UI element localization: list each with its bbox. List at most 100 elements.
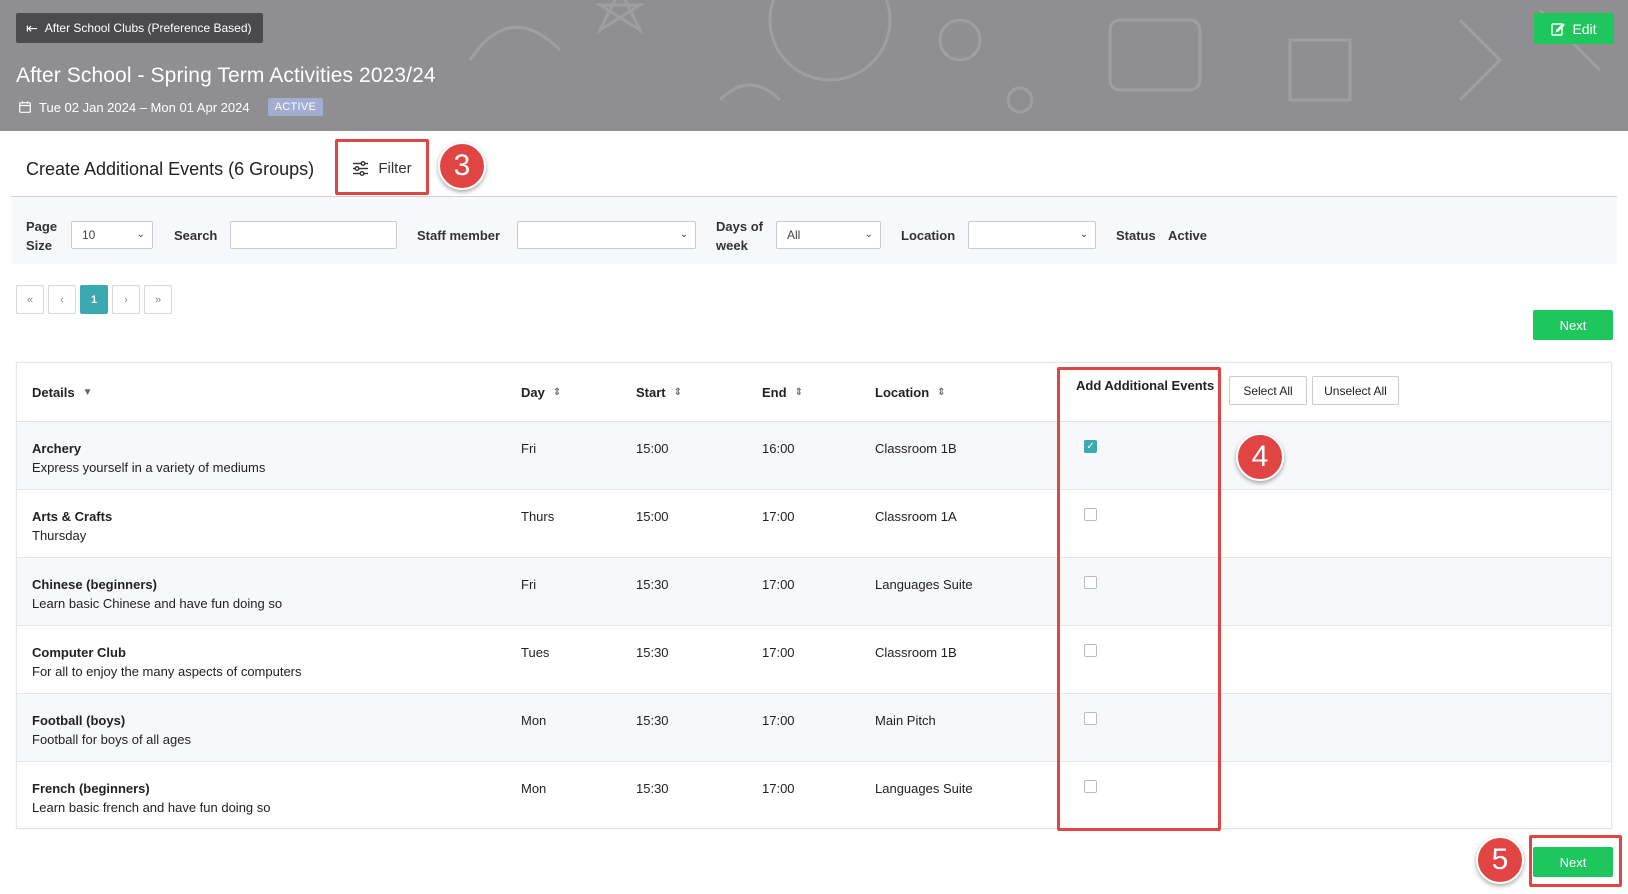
sort-icon: ⇕: [937, 386, 946, 398]
page-size-label: Page Size: [26, 217, 57, 255]
add-events-checkbox[interactable]: [1084, 712, 1097, 725]
location-cell: Classroom 1B: [875, 441, 957, 456]
group-name: Football (boys): [32, 713, 126, 728]
caret-down-icon: ▼: [82, 386, 93, 398]
day-cell: Thurs: [521, 509, 555, 524]
table-row: Chinese (beginners) Learn basic Chinese …: [17, 558, 1611, 626]
page-size-value: 10: [82, 228, 96, 242]
details-cell: French (beginners) Learn basic french an…: [32, 779, 271, 817]
sort-icon: ⇕: [673, 386, 683, 398]
page-size-select[interactable]: 10 ⌄: [71, 221, 153, 249]
end-cell: 17:00: [762, 781, 795, 796]
group-description: Learn basic Chinese and have fun doing s…: [32, 596, 283, 611]
location-cell: Classroom 1B: [875, 645, 957, 660]
back-button-label: After School Clubs (Preference Based): [44, 21, 252, 35]
column-header-start[interactable]: Start ⇕: [636, 363, 682, 421]
add-events-checkbox[interactable]: [1084, 644, 1097, 657]
staff-member-select[interactable]: ⌄: [517, 221, 696, 249]
table-row: French (beginners) Learn basic french an…: [17, 762, 1611, 830]
next-page-button[interactable]: ›: [112, 285, 140, 314]
column-header-location[interactable]: Location ⇕: [875, 363, 946, 421]
end-cell: 17:00: [762, 645, 795, 660]
group-description: Express yourself in a variety of mediums: [32, 460, 266, 475]
arrow-bar-left-icon: ⇤: [26, 20, 38, 36]
first-page-button[interactable]: «: [16, 285, 44, 314]
days-of-week-label: Days of week: [716, 217, 763, 255]
day-cell: Tues: [521, 645, 550, 660]
start-cell: 15:30: [636, 713, 669, 728]
details-cell: Arts & Crafts Thursday: [32, 507, 112, 545]
details-cell: Chinese (beginners) Learn basic Chinese …: [32, 575, 282, 613]
day-cell: Fri: [521, 577, 537, 592]
add-events-checkbox[interactable]: ✓: [1084, 440, 1097, 453]
group-description: Learn basic french and have fun doing so: [32, 800, 271, 815]
group-name: Chinese (beginners): [32, 577, 157, 592]
chevron-down-icon: ⌄: [864, 229, 873, 240]
sort-icon: ⇕: [552, 386, 562, 398]
days-of-week-select[interactable]: All ⌄: [776, 221, 881, 249]
check-icon: ✓: [1086, 441, 1095, 452]
start-cell: 15:30: [636, 781, 669, 796]
end-cell: 16:00: [762, 441, 795, 456]
next-button-top[interactable]: Next: [1533, 310, 1613, 340]
step-badge-4: 4: [1236, 433, 1284, 481]
status-filter-label: Status: [1116, 228, 1156, 243]
date-range: Tue 02 Jan 2024 – Mon 01 Apr 2024: [39, 99, 250, 115]
edit-button-label: Edit: [1572, 20, 1597, 37]
page-size-label-line-1: Page: [26, 219, 58, 234]
location-header-label: Location: [875, 384, 930, 400]
group-name: Archery: [32, 441, 82, 456]
location-select[interactable]: ⌄: [968, 221, 1096, 249]
add-events-checkbox[interactable]: [1084, 780, 1097, 793]
day-header-label: Day: [521, 384, 545, 400]
page-title: After School - Spring Term Activities 20…: [16, 64, 436, 87]
search-input[interactable]: [230, 221, 397, 249]
location-cell: Languages Suite: [875, 781, 973, 796]
page-size-label-line-2: Size: [26, 238, 53, 253]
pagination: « ‹ 1 › »: [16, 285, 172, 314]
end-cell: 17:00: [762, 713, 795, 728]
table-row: Computer Club For all to enjoy the many …: [17, 626, 1611, 694]
staff-member-label: Staff member: [417, 228, 501, 243]
chevron-down-icon: ⌄: [679, 229, 688, 240]
end-header-label: End: [762, 384, 787, 400]
date-range-row: Tue 02 Jan 2024 – Mon 01 Apr 2024 ACTIVE: [19, 98, 324, 116]
column-header-details[interactable]: Details ▼: [32, 363, 93, 421]
step-badge-3: 3: [438, 142, 486, 190]
previous-page-button[interactable]: ‹: [48, 285, 76, 314]
end-cell: 17:00: [762, 509, 795, 524]
chevron-down-icon: ⌄: [1079, 229, 1088, 240]
day-cell: Mon: [521, 781, 547, 796]
add-events-checkbox[interactable]: [1084, 576, 1097, 589]
edit-button[interactable]: Edit: [1534, 13, 1614, 44]
add-events-checkbox[interactable]: [1084, 508, 1097, 521]
page-1-button[interactable]: 1: [80, 285, 108, 314]
start-cell: 15:00: [636, 441, 669, 456]
days-label-line-2: week: [716, 238, 748, 253]
select-all-button[interactable]: Select All: [1229, 376, 1307, 405]
group-name: Arts & Crafts: [32, 509, 113, 524]
group-name: Computer Club: [32, 645, 126, 660]
day-cell: Mon: [521, 713, 547, 728]
next-button-bottom[interactable]: Next: [1533, 847, 1613, 877]
section-title: Create Additional Events (6 Groups): [26, 159, 315, 179]
column-header-add-events: Add Additional Events: [1076, 377, 1215, 393]
group-description: Thursday: [32, 528, 87, 543]
sort-icon: ⇕: [794, 386, 803, 398]
start-cell: 15:00: [636, 509, 669, 524]
chevron-down-icon: ⌄: [136, 229, 145, 240]
unselect-all-button[interactable]: Unselect All: [1312, 376, 1399, 405]
location-label: Location: [901, 228, 956, 243]
back-to-clubs-button[interactable]: ⇤ After School Clubs (Preference Based): [16, 13, 263, 43]
location-cell: Languages Suite: [875, 577, 973, 592]
events-table: Details ▼ Day ⇕ Start ⇕ End ⇕ Location ⇕…: [16, 362, 1612, 829]
details-cell: Computer Club For all to enjoy the many …: [32, 643, 302, 681]
days-of-week-value: All: [787, 228, 801, 242]
last-page-button[interactable]: »: [144, 285, 172, 314]
location-cell: Main Pitch: [875, 713, 936, 728]
filter-highlight-box: [335, 139, 429, 195]
start-cell: 15:30: [636, 577, 669, 592]
column-header-day[interactable]: Day ⇕: [521, 363, 561, 421]
column-header-end[interactable]: End ⇕: [762, 363, 803, 421]
details-header-label: Details: [32, 384, 75, 400]
